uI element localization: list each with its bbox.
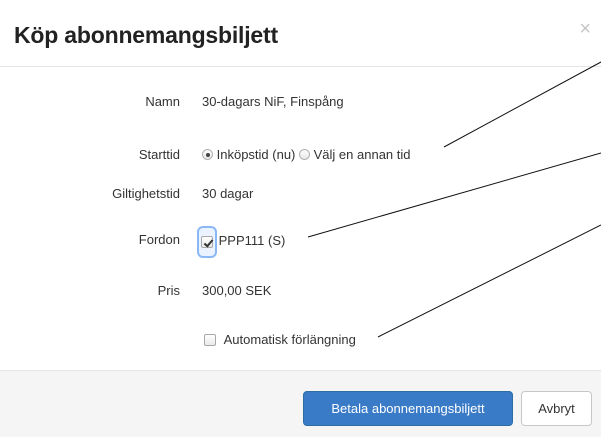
auto-renew-label[interactable]: Automatisk förlängning: [224, 332, 356, 347]
start-time-row: Starttid Inköpstid (nu) Välj en annan ti…: [0, 143, 601, 167]
auto-renew-row: Automatisk förlängning: [0, 328, 601, 352]
validity-value: 30 dagar: [202, 186, 254, 201]
dialog-footer: Betala abonnemangsbiljett Avbryt: [0, 370, 601, 437]
vehicle-checkbox[interactable]: [201, 236, 213, 248]
pay-button[interactable]: Betala abonnemangsbiljett: [303, 391, 513, 426]
radio-other-time[interactable]: [299, 149, 311, 160]
dialog-title: Köp abonnemangsbiljett: [14, 22, 278, 48]
vehicle-value[interactable]: PPP111 (S): [219, 233, 286, 248]
cancel-button[interactable]: Avbryt: [521, 391, 592, 426]
name-row: Namn 30-dagars NiF, Finspång: [0, 90, 601, 114]
price-value: 300,00 SEK: [202, 283, 272, 298]
start-time-options: Inköpstid (nu) Välj en annan tid: [202, 143, 411, 167]
radio-other-time-label[interactable]: Välj en annan tid: [314, 147, 411, 162]
validity-label: Giltighetstid: [112, 186, 180, 201]
name-value: 30-dagars NiF, Finspång: [202, 94, 344, 109]
radio-purchase-time-label[interactable]: Inköpstid (nu): [217, 147, 296, 162]
price-label: Pris: [157, 283, 180, 298]
buy-subscription-dialog: Köp abonnemangsbiljett × Namn 30-dagars …: [0, 0, 601, 437]
dialog-header: Köp abonnemangsbiljett ×: [0, 0, 601, 67]
validity-row: Giltighetstid 30 dagar: [0, 182, 601, 206]
vehicle-checkbox-focus: [199, 228, 215, 256]
name-label: Namn: [145, 94, 180, 109]
price-row: Pris 300,00 SEK: [0, 279, 601, 303]
auto-renew-option: Automatisk förlängning: [204, 328, 356, 352]
radio-purchase-time[interactable]: [202, 149, 213, 160]
vehicle-row: Fordon PPP111 (S): [0, 228, 601, 256]
start-time-label: Starttid: [138, 147, 180, 162]
vehicle-label: Fordon: [138, 232, 180, 247]
vehicle-option: PPP111 (S): [199, 228, 286, 256]
close-icon[interactable]: ×: [579, 18, 591, 41]
auto-renew-checkbox[interactable]: [204, 334, 216, 346]
